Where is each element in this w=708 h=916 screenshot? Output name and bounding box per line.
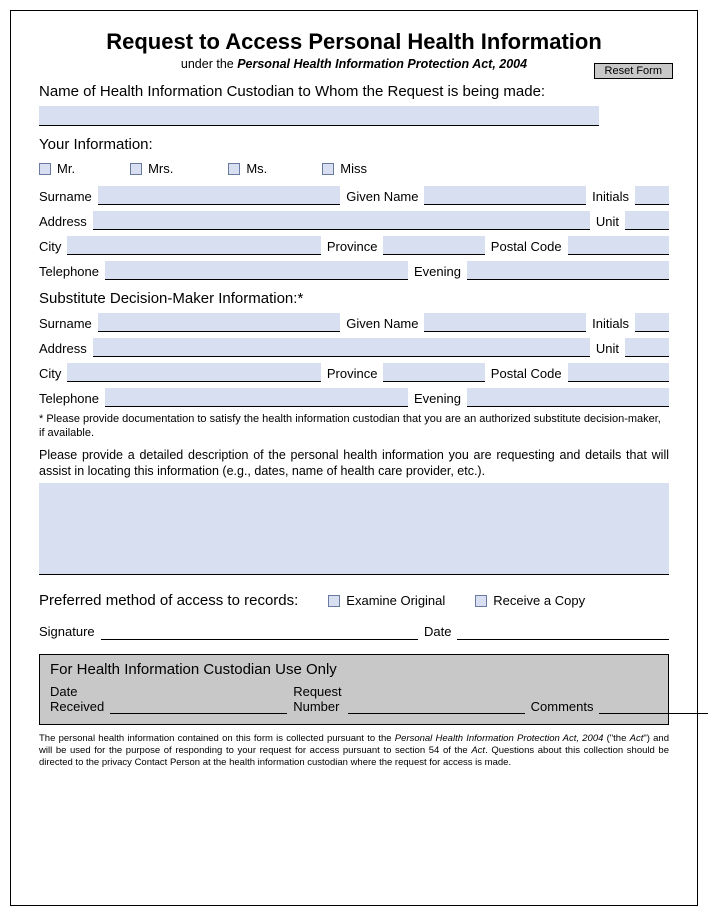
- sdm-unit-label: Unit: [596, 341, 619, 357]
- initials-label: Initials: [592, 189, 629, 205]
- sdm-province-input[interactable]: [383, 363, 484, 382]
- request-number-input[interactable]: [348, 696, 525, 714]
- mrs-option[interactable]: Mrs.: [130, 161, 173, 176]
- preferred-heading: Preferred method of access to records:: [39, 592, 298, 609]
- postal-code-input[interactable]: [568, 236, 669, 255]
- form-page: Request to Access Personal Health Inform…: [10, 10, 698, 906]
- form-title: Request to Access Personal Health Inform…: [39, 29, 669, 55]
- custodian-name-input[interactable]: [39, 106, 599, 126]
- description-prompt: Please provide a detailed description of…: [39, 447, 669, 480]
- sdm-heading: Substitute Decision-Maker Information:*: [39, 290, 669, 307]
- sdm-telephone-label: Telephone: [39, 391, 99, 407]
- postal-code-label: Postal Code: [491, 239, 562, 255]
- address-label: Address: [39, 214, 87, 230]
- signature-input[interactable]: [101, 621, 418, 640]
- sdm-given-name-label: Given Name: [346, 316, 418, 332]
- sdm-postal-code-label: Postal Code: [491, 366, 562, 382]
- receive-checkbox[interactable]: [475, 595, 487, 607]
- sdm-note: * Please provide documentation to satisf…: [39, 413, 669, 441]
- sdm-initials-input[interactable]: [635, 313, 669, 332]
- telephone-input[interactable]: [105, 261, 408, 280]
- sdm-evening-input[interactable]: [467, 388, 669, 407]
- sdm-postal-code-input[interactable]: [568, 363, 669, 382]
- salutation-row: Mr. Mrs. Ms. Miss: [39, 161, 669, 176]
- sdm-evening-label: Evening: [414, 391, 461, 407]
- city-label: City: [39, 239, 61, 255]
- surname-label: Surname: [39, 189, 92, 205]
- evening-label: Evening: [414, 264, 461, 280]
- mrs-checkbox[interactable]: [130, 163, 142, 175]
- sdm-city-input[interactable]: [67, 363, 320, 382]
- sdm-address-label: Address: [39, 341, 87, 357]
- sdm-city-label: City: [39, 366, 61, 382]
- form-subtitle: under the Personal Health Information Pr…: [39, 57, 669, 71]
- ms-option[interactable]: Ms.: [228, 161, 267, 176]
- receive-option[interactable]: Receive a Copy: [475, 593, 585, 608]
- request-number-label: Request Number: [293, 684, 341, 714]
- sdm-initials-label: Initials: [592, 316, 629, 332]
- address-input[interactable]: [93, 211, 590, 230]
- surname-input[interactable]: [98, 186, 340, 205]
- signature-label: Signature: [39, 624, 95, 640]
- examine-checkbox[interactable]: [328, 595, 340, 607]
- date-received-label: Date Received: [50, 684, 104, 714]
- unit-label: Unit: [596, 214, 619, 230]
- unit-input[interactable]: [625, 211, 669, 230]
- examine-option[interactable]: Examine Original: [328, 593, 445, 608]
- telephone-label: Telephone: [39, 264, 99, 280]
- date-received-input[interactable]: [110, 696, 287, 714]
- mr-checkbox[interactable]: [39, 163, 51, 175]
- preferred-row: Preferred method of access to records: E…: [39, 592, 669, 609]
- custodian-use-heading: For Health Information Custodian Use Onl…: [50, 661, 658, 678]
- evening-input[interactable]: [467, 261, 669, 280]
- date-label: Date: [424, 624, 451, 640]
- given-name-label: Given Name: [346, 189, 418, 205]
- your-info-heading: Your Information:: [39, 136, 669, 153]
- sdm-telephone-input[interactable]: [105, 388, 408, 407]
- comments-label: Comments: [531, 699, 594, 714]
- sdm-unit-input[interactable]: [625, 338, 669, 357]
- city-input[interactable]: [67, 236, 320, 255]
- province-label: Province: [327, 239, 378, 255]
- description-textarea[interactable]: [39, 483, 669, 575]
- miss-option[interactable]: Miss: [322, 161, 367, 176]
- custodian-label: Name of Health Information Custodian to …: [39, 83, 669, 100]
- province-input[interactable]: [383, 236, 484, 255]
- sdm-province-label: Province: [327, 366, 378, 382]
- sdm-surname-label: Surname: [39, 316, 92, 332]
- reset-form-button[interactable]: Reset Form: [594, 63, 673, 79]
- given-name-input[interactable]: [424, 186, 586, 205]
- date-input[interactable]: [457, 621, 669, 640]
- ms-checkbox[interactable]: [228, 163, 240, 175]
- sdm-address-input[interactable]: [93, 338, 590, 357]
- comments-input[interactable]: [599, 696, 708, 714]
- mr-option[interactable]: Mr.: [39, 161, 75, 176]
- sdm-surname-input[interactable]: [98, 313, 340, 332]
- initials-input[interactable]: [635, 186, 669, 205]
- sdm-given-name-input[interactable]: [424, 313, 586, 332]
- footer-text: The personal health information containe…: [39, 733, 669, 769]
- header: Request to Access Personal Health Inform…: [39, 29, 669, 71]
- custodian-use-box: For Health Information Custodian Use Onl…: [39, 654, 669, 725]
- miss-checkbox[interactable]: [322, 163, 334, 175]
